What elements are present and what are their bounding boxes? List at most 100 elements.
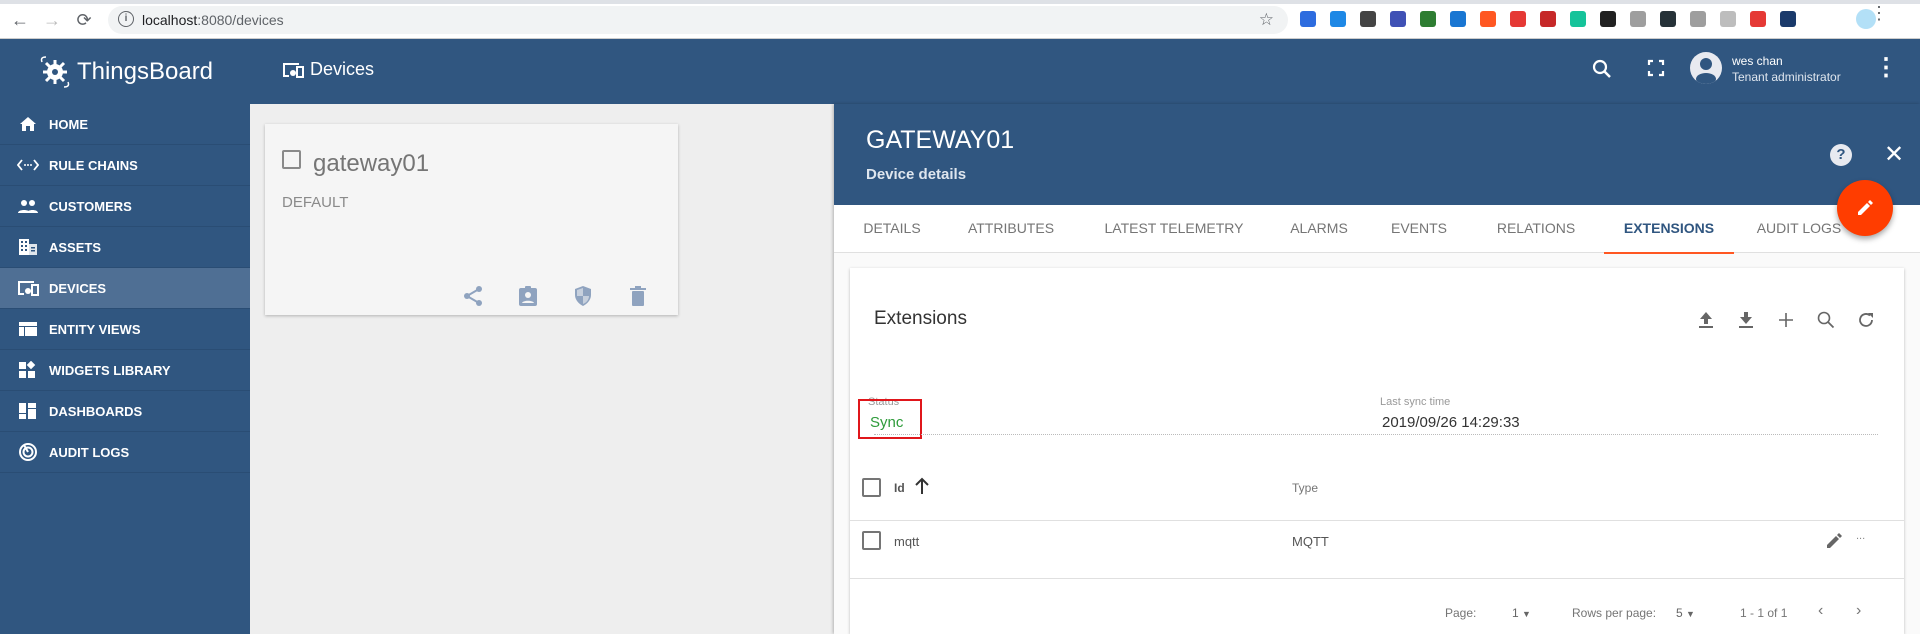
brand-logo[interactable]: ThingsBoard (0, 39, 250, 104)
share-button[interactable] (461, 284, 485, 308)
sidebar-item-customers[interactable]: CUSTOMERS (0, 186, 250, 227)
delete-button[interactable] (626, 284, 650, 308)
tab-attributes[interactable]: ATTRIBUTES (942, 205, 1080, 253)
device-name: gateway01 (313, 150, 430, 177)
manage-credentials-button[interactable] (571, 284, 595, 308)
more-menu-button[interactable]: ⋮ (1874, 53, 1898, 82)
tab-alarms[interactable]: ALARMS (1268, 205, 1370, 253)
browser-toolbar: ← → ⟳ i localhost:8080/devices ☆ ⋮ (0, 0, 1920, 39)
browser-extension-icon[interactable] (1510, 11, 1526, 27)
browser-menu-icon[interactable]: ⋮ (1869, 4, 1889, 22)
tab-details[interactable]: DETAILS (842, 205, 942, 253)
sidebar-item-home[interactable]: HOME (0, 104, 250, 145)
edit-fab-button[interactable] (1837, 180, 1893, 236)
row-more-button[interactable]: ... (1856, 530, 1865, 542)
download-icon (1739, 312, 1753, 328)
tab-latest-telemetry[interactable]: LATEST TELEMETRY (1080, 205, 1268, 253)
details-header: GATEWAY01 Device details ? ✕ (834, 104, 1920, 205)
device-card[interactable]: gateway01 DEFAULT (265, 124, 678, 315)
sidebar-item-assets[interactable]: ASSETS (0, 227, 250, 268)
thingsboard-logo-icon (40, 55, 70, 88)
sidebar-item-devices[interactable]: DEVICES (0, 268, 250, 309)
browser-extension-icon[interactable] (1480, 11, 1496, 27)
back-button[interactable]: ← (10, 10, 30, 31)
sort-ascending-icon[interactable] (914, 477, 930, 495)
tab-events[interactable]: EVENTS (1370, 205, 1468, 253)
browser-extension-icon[interactable] (1570, 11, 1586, 27)
page-select[interactable]: 1 ▼ (1512, 606, 1531, 620)
sidebar-item-entity-views[interactable]: ENTITY VIEWS (0, 309, 250, 350)
devices-icon (283, 62, 304, 78)
browser-extension-icon[interactable] (1780, 11, 1796, 27)
url-text[interactable]: localhost:8080/devices (142, 12, 284, 28)
browser-extension-icon[interactable] (1600, 11, 1616, 27)
forward-button[interactable]: → (42, 10, 62, 31)
page-title: Devices (282, 59, 374, 80)
browser-extension-icon[interactable] (1630, 11, 1646, 27)
select-all-checkbox[interactable] (862, 478, 881, 497)
fullscreen-button[interactable] (1647, 59, 1665, 82)
brand-name: ThingsBoard (76, 57, 214, 85)
last-sync-value: 2019/09/26 14:29:33 (1382, 414, 1520, 431)
edit-row-icon[interactable] (1824, 531, 1844, 551)
sidebar-item-rule-chains[interactable]: RULE CHAINS (0, 145, 250, 186)
add-extension-button[interactable] (1774, 308, 1798, 332)
browser-extension-icon[interactable] (1450, 11, 1466, 27)
sidebar-item-label: RULE CHAINS (49, 157, 138, 173)
browser-extension-icon[interactable] (1540, 11, 1556, 27)
help-button[interactable]: ? (1830, 144, 1852, 166)
rows-per-page-select[interactable]: 5 ▼ (1676, 606, 1695, 620)
browser-extension-icon[interactable] (1660, 11, 1676, 27)
chevron-right-icon: › (1856, 602, 1862, 619)
close-button[interactable]: ✕ (1884, 140, 1904, 169)
account-circle-icon (1696, 58, 1716, 84)
row-divider (850, 520, 1904, 521)
site-info-icon[interactable]: i (118, 11, 134, 27)
assets-icon (17, 238, 39, 256)
browser-extension-icon[interactable] (1750, 11, 1766, 27)
user-menu[interactable]: wes chan Tenant administrator (1690, 52, 1841, 84)
search-icon (1592, 59, 1611, 78)
assign-customer-button[interactable] (516, 284, 540, 308)
tab-relations[interactable]: RELATIONS (1468, 205, 1604, 253)
user-name: wes chan (1732, 53, 1783, 68)
browser-extension-icon[interactable] (1390, 11, 1406, 27)
next-page-button[interactable]: › (1856, 602, 1861, 620)
sidebar-item-label: CUSTOMERS (49, 198, 132, 214)
tab-extensions[interactable]: EXTENSIONS (1604, 205, 1734, 254)
export-button[interactable] (1694, 308, 1718, 332)
browser-extension-icon[interactable] (1690, 11, 1706, 27)
sidebar-item-widgets-library[interactable]: WIDGETS LIBRARY (0, 350, 250, 391)
search-button[interactable] (1592, 59, 1612, 84)
dropdown-arrow-icon: ▼ (1522, 609, 1531, 619)
avatar (1690, 52, 1722, 84)
browser-extension-icon[interactable] (1300, 11, 1316, 27)
details-subtitle: Device details (866, 166, 967, 183)
browser-extension-icon[interactable] (1720, 11, 1736, 27)
refresh-icon (1859, 313, 1873, 327)
extensions-panel: Extensions Status Sync Last sync time 20… (850, 268, 1904, 634)
upload-icon (1699, 312, 1713, 328)
page-label: Page: (1445, 606, 1477, 620)
prev-page-button[interactable]: ‹ (1818, 602, 1823, 620)
import-button[interactable] (1734, 308, 1758, 332)
column-header-id[interactable]: Id (894, 481, 905, 495)
dropdown-arrow-icon: ▼ (1686, 609, 1695, 619)
address-bar[interactable]: i localhost:8080/devices ☆ (108, 6, 1288, 34)
browser-extension-icon[interactable] (1330, 11, 1346, 27)
reload-button[interactable]: ⟳ (74, 10, 94, 31)
bookmark-star-icon[interactable]: ☆ (1259, 10, 1274, 30)
refresh-button[interactable] (1854, 308, 1878, 332)
extension-type: MQTT (1292, 534, 1329, 549)
sidebar-item-dashboards[interactable]: DASHBOARDS (0, 391, 250, 432)
search-extensions-button[interactable] (1814, 308, 1838, 332)
device-select-checkbox[interactable] (282, 150, 301, 169)
sidebar-item-label: ENTITY VIEWS (49, 321, 141, 337)
row-checkbox[interactable] (862, 531, 881, 550)
browser-extension-icon[interactable] (1420, 11, 1436, 27)
extensions-title: Extensions (874, 308, 967, 329)
url-path: :8080/devices (197, 12, 284, 28)
field-divider (874, 434, 1878, 435)
browser-extension-icon[interactable] (1360, 11, 1376, 27)
sidebar-item-audit-logs[interactable]: AUDIT LOGS (0, 432, 250, 473)
